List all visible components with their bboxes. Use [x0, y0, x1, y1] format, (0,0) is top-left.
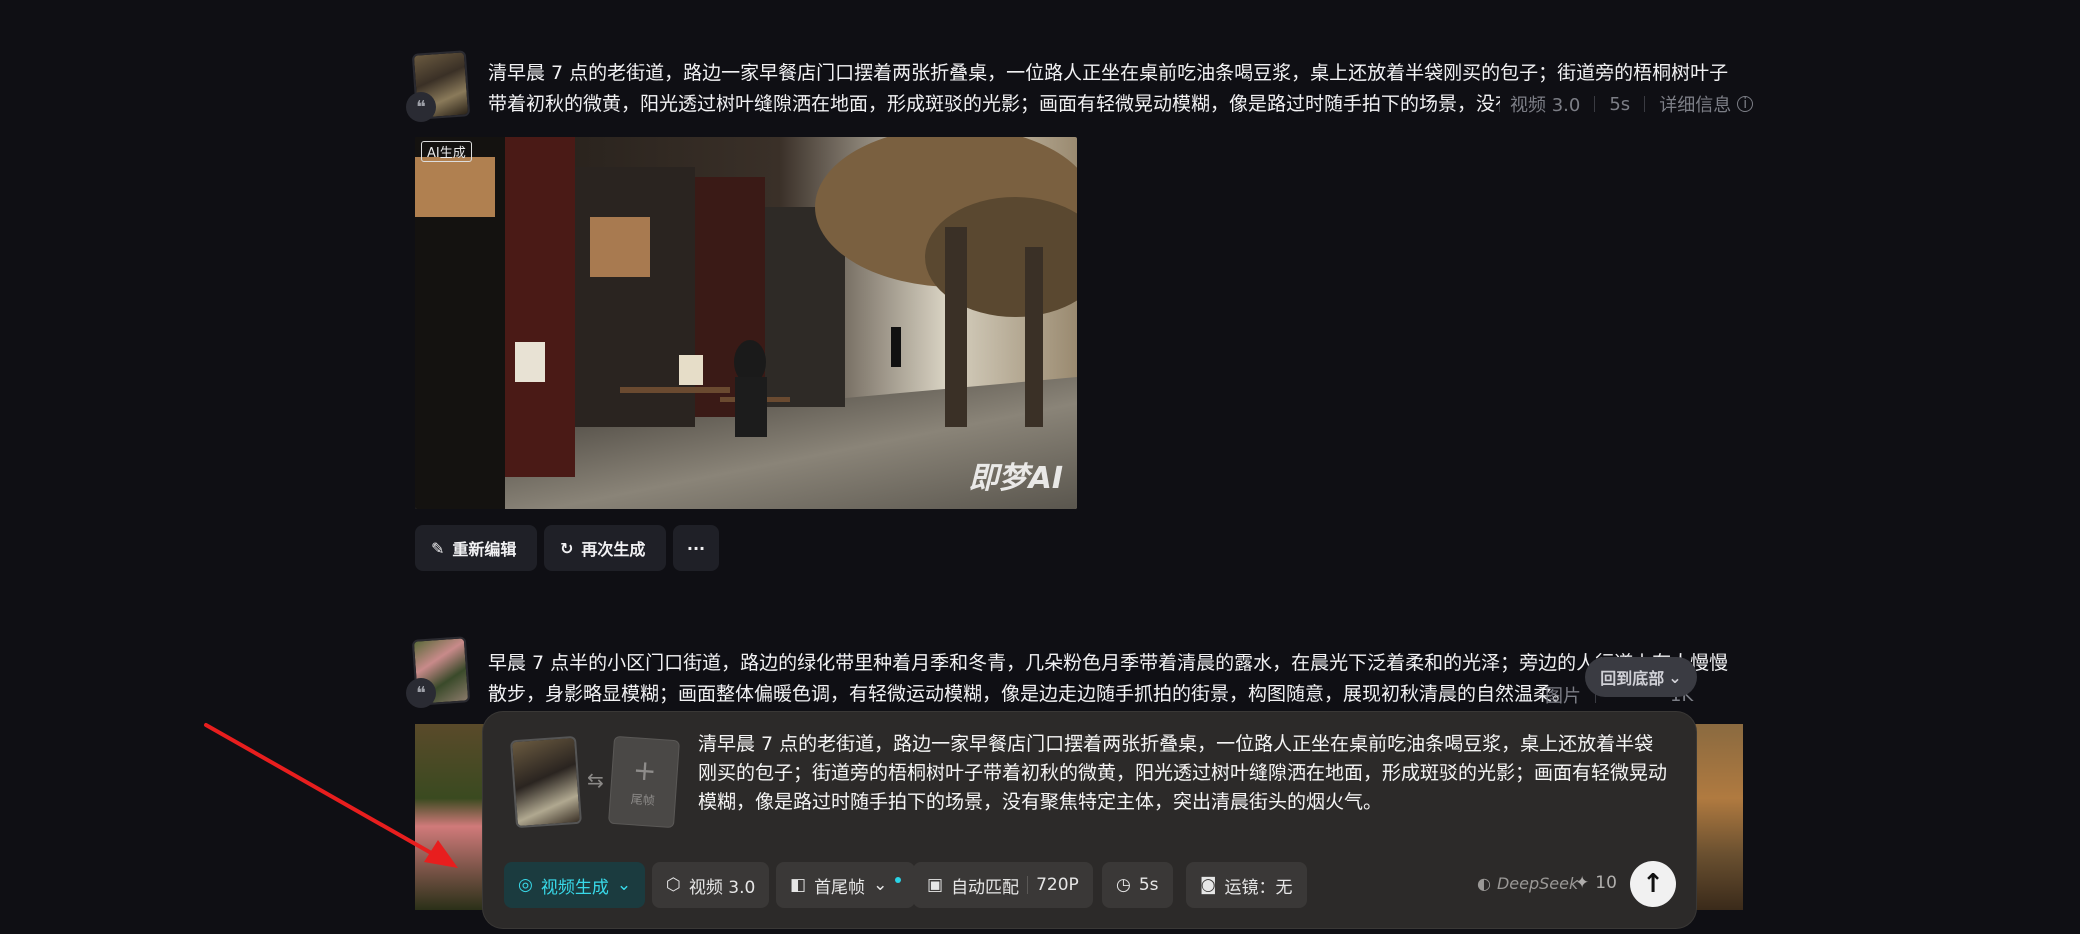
generated-image-left[interactable]: [415, 724, 485, 910]
arrow-up-icon: ↑: [1642, 869, 1664, 899]
frames-label: 首尾帧: [814, 877, 866, 898]
first-frame-thumbnail[interactable]: [510, 735, 582, 829]
re-edit-label: 重新编辑: [452, 540, 517, 559]
deepseek-toggle[interactable]: ◐ DeepSeek: [1477, 874, 1578, 893]
generated-image-right[interactable]: [1694, 724, 1743, 910]
sparkle-icon: ✦: [1575, 873, 1590, 893]
edit-icon: ✎: [431, 538, 445, 558]
regenerate-label: 再次生成: [581, 540, 646, 559]
resolution-label: 720P: [1036, 875, 1079, 895]
frames-selector[interactable]: ◧ 首尾帧 ⌄: [776, 862, 916, 908]
camera-icon: ◙: [1200, 875, 1217, 895]
credit-cost: ✦ 10: [1575, 873, 1617, 893]
plus-icon: +: [631, 752, 658, 788]
re-edit-button[interactable]: ✎ 重新编辑: [415, 525, 537, 571]
duration-label: 5s: [1609, 93, 1631, 115]
chevron-down-icon: ⌄: [616, 875, 632, 895]
aspect-ratio-icon: ▣: [927, 875, 944, 895]
new-indicator-dot: [895, 877, 902, 883]
back-to-bottom-label: 回到底部: [1600, 669, 1665, 688]
submit-button[interactable]: ↑: [1630, 861, 1676, 907]
video-mode-icon: ◎: [518, 875, 533, 895]
divider: [1594, 96, 1596, 112]
swap-frames-icon[interactable]: ⇆: [587, 768, 604, 792]
camera-movement-selector[interactable]: ◙ 运镜：无: [1186, 862, 1307, 908]
chevron-down-icon: ⌄: [873, 875, 888, 895]
duration-label: 5s: [1138, 875, 1159, 895]
more-icon: ···: [686, 538, 706, 558]
back-to-bottom-button[interactable]: 回到底部 ⌄: [1585, 657, 1697, 697]
model-label: 视频 3.0: [1510, 95, 1581, 116]
duration-selector[interactable]: ◷ 5s: [1102, 862, 1173, 908]
camera-label: 运镜：无: [1224, 877, 1293, 898]
refresh-icon: ↻: [560, 538, 574, 558]
whale-icon: ◐: [1477, 874, 1491, 893]
regenerate-button[interactable]: ↻ 再次生成: [544, 525, 666, 571]
prompt-textarea[interactable]: 清早晨 7 点的老街道，路边一家早餐店门口摆着两张折叠桌，一位路人正坐在桌前吃油…: [698, 730, 1668, 817]
type-label: 图片: [1545, 686, 1581, 707]
generation-meta: 视频 3.0 5s 详细信息 i: [1500, 91, 1754, 117]
mode-label: 视频生成: [540, 877, 609, 898]
ratio-resolution-selector[interactable]: ▣ 自动匹配 720P: [913, 862, 1093, 908]
more-options-button[interactable]: ···: [673, 525, 719, 571]
mode-selector[interactable]: ◎ 视频生成 ⌄: [504, 862, 646, 908]
clock-icon: ◷: [1116, 875, 1131, 895]
deepseek-label: DeepSeek: [1496, 874, 1579, 893]
details-label: 详细信息: [1659, 95, 1732, 116]
model-selector[interactable]: ⬡ 视频 3.0: [652, 862, 770, 908]
credit-value: 10: [1595, 873, 1617, 893]
details-link[interactable]: 详细信息 i: [1659, 91, 1754, 117]
generated-video-preview[interactable]: AI生成 即梦AI: [415, 137, 1077, 509]
quote-icon: ❝: [406, 92, 436, 122]
end-frame-label: 尾帧: [630, 791, 656, 808]
ai-generated-tag: AI生成: [421, 141, 472, 162]
prompt-composer: ⇆ + 尾帧 清早晨 7 点的老街道，路边一家早餐店门口摆着两张折叠桌，一位路人…: [483, 712, 1696, 928]
info-icon: i: [1737, 96, 1754, 112]
add-end-frame-button[interactable]: + 尾帧: [608, 735, 680, 829]
ratio-label: 自动匹配: [951, 877, 1020, 898]
quote-icon: ❝: [406, 678, 436, 708]
divider: [1644, 96, 1646, 112]
frames-icon: ◧: [790, 875, 807, 895]
cube-icon: ⬡: [666, 875, 681, 895]
jimeng-watermark: 即梦AI: [968, 461, 1063, 496]
double-chevron-down-icon: ⌄: [1668, 667, 1682, 687]
model-label: 视频 3.0: [688, 877, 756, 898]
divider: [1027, 876, 1029, 894]
